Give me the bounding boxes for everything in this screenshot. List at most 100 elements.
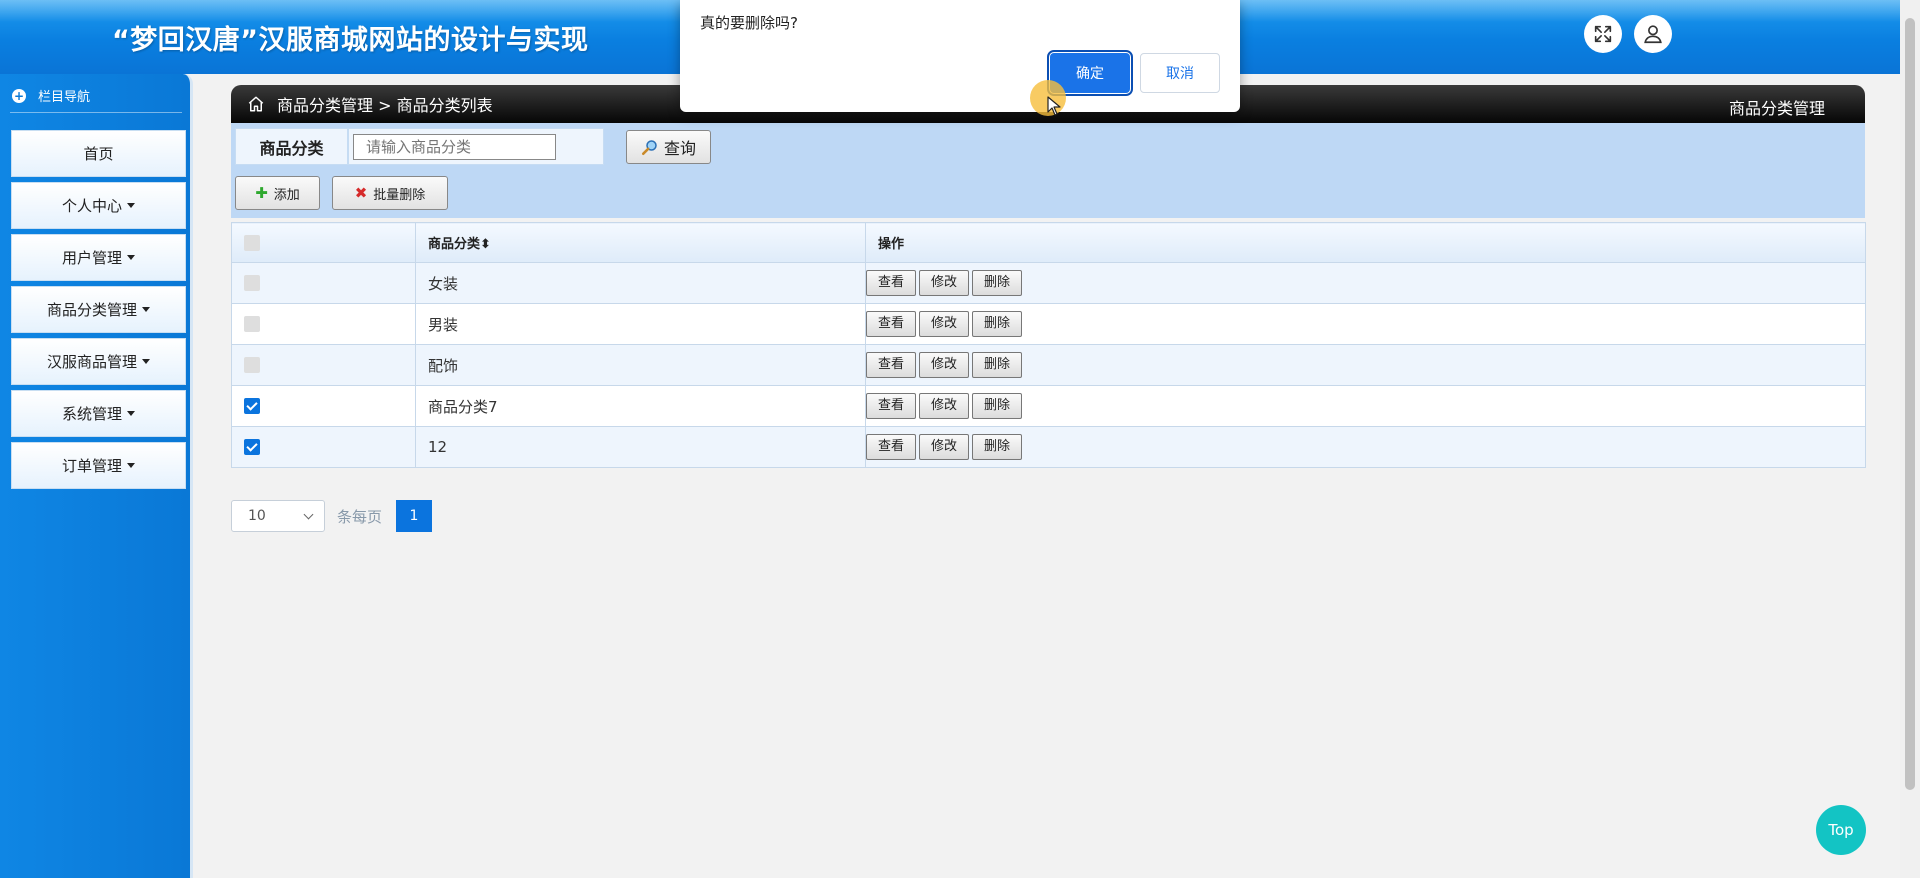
column-header-actions: 操作: [865, 222, 1866, 263]
sidebar-item-category-management[interactable]: 商品分类管理: [11, 286, 186, 333]
user-button[interactable]: [1634, 15, 1672, 53]
view-button[interactable]: 查看: [866, 311, 917, 337]
category-name-cell: 商品分类7: [415, 385, 866, 427]
sidebar-item-order-management[interactable]: 订单管理: [11, 442, 186, 489]
delete-button[interactable]: 删除: [972, 393, 1023, 419]
sidebar-item-home[interactable]: 首页: [11, 130, 186, 177]
scrollbar-thumb[interactable]: [1905, 18, 1915, 790]
row-checkbox[interactable]: [244, 357, 260, 373]
caret-down-icon: [127, 463, 135, 468]
home-icon[interactable]: [247, 95, 265, 113]
page-scrollbar[interactable]: [1900, 0, 1920, 878]
batch-delete-button-label: 批量删除: [373, 187, 426, 203]
sidebar-heading-label: 栏目导航: [38, 90, 91, 105]
edit-button[interactable]: 修改: [919, 434, 970, 460]
page-size-value: 10: [248, 508, 266, 524]
table-row: 12 查看 修改 删除: [231, 426, 1866, 468]
sidebar-item-label: 系统管理: [61, 405, 122, 423]
sidebar-item-label: 订单管理: [61, 457, 122, 475]
delete-button[interactable]: 删除: [972, 434, 1023, 460]
search-toolbar: 商品分类 查询 ✚ 添加 ✖ 批量删除: [231, 123, 1865, 218]
delete-button[interactable]: 删除: [972, 352, 1023, 378]
row-checkbox[interactable]: [244, 275, 260, 291]
breadcrumb-path: 商品分类管理 > 商品分类列表: [277, 96, 493, 115]
caret-down-icon: [127, 411, 135, 416]
category-name-cell: 配饰: [415, 344, 866, 386]
plus-icon: ✚: [255, 184, 268, 202]
actions-cell: 查看 修改 删除: [865, 303, 1866, 345]
checkbox-cell: [231, 344, 416, 386]
row-checkbox[interactable]: [244, 316, 260, 332]
edit-button[interactable]: 修改: [919, 311, 970, 337]
search-label: 商品分类: [235, 128, 348, 165]
edit-button[interactable]: 修改: [919, 352, 970, 378]
edit-button[interactable]: 修改: [919, 393, 970, 419]
category-search-input[interactable]: [353, 134, 556, 160]
delete-button[interactable]: 删除: [972, 311, 1023, 337]
site-title: “梦回汉唐”汉服商城网站的设计与实现: [112, 25, 589, 56]
actions-cell: 查看 修改 删除: [865, 385, 1866, 427]
dialog-message: 真的要删除吗?: [700, 14, 798, 32]
checkbox-cell: [231, 426, 416, 468]
cancel-button[interactable]: 取消: [1140, 53, 1220, 93]
sidebar-heading: + 栏目导航: [12, 86, 90, 105]
pagination: 10 条每页 1: [231, 500, 433, 532]
category-name-cell: 12: [415, 426, 866, 468]
caret-down-icon: [127, 203, 135, 208]
sidebar-item-label: 首页: [83, 145, 114, 163]
table-row: 男装 查看 修改 删除: [231, 303, 1866, 345]
select-all-checkbox[interactable]: [244, 234, 260, 251]
sort-icon: ⬍: [480, 237, 491, 252]
category-table: 商品分类⬍ 操作 女装 查看 修改 删除 男装 查看 修改 删除 配饰 查看 修改 删除 商…: [231, 222, 1866, 468]
close-icon: ✖: [354, 184, 368, 202]
column-header-label: 商品分类: [428, 237, 481, 252]
add-button[interactable]: ✚ 添加: [235, 176, 320, 210]
user-icon: [1644, 25, 1662, 44]
page-size-select[interactable]: 10: [231, 500, 325, 532]
table-row: 女装 查看 修改 删除: [231, 262, 1866, 304]
batch-delete-button[interactable]: ✖ 批量删除: [332, 176, 448, 210]
table-row: 配饰 查看 修改 删除: [231, 344, 1866, 386]
sidebar-item-personal-center[interactable]: 个人中心: [11, 182, 186, 229]
per-page-label: 条每页: [337, 507, 383, 526]
chevron-down-icon: [303, 509, 314, 520]
back-to-top-button[interactable]: Top: [1816, 805, 1866, 855]
confirm-dialog: 真的要删除吗? 确定 取消: [680, 0, 1240, 112]
view-button[interactable]: 查看: [866, 393, 917, 419]
checkbox-cell: [231, 303, 416, 345]
delete-button[interactable]: 删除: [972, 270, 1023, 296]
page-button-current[interactable]: 1: [396, 500, 433, 532]
sidebar-divider: [10, 112, 182, 113]
sidebar-item-hanfu-product-management[interactable]: 汉服商品管理: [11, 338, 186, 385]
actions-cell: 查看 修改 删除: [865, 344, 1866, 386]
table-row: 商品分类7 查看 修改 删除: [231, 385, 1866, 427]
column-header-category[interactable]: 商品分类⬍: [415, 222, 866, 263]
query-button-label: 查询: [663, 139, 696, 158]
sidebar-item-user-management[interactable]: 用户管理: [11, 234, 186, 281]
section-title: 商品分类管理: [1728, 99, 1825, 118]
view-button[interactable]: 查看: [866, 434, 917, 460]
category-name-cell: 女装: [415, 262, 866, 304]
checkbox-cell: [231, 385, 416, 427]
mouse-pointer-icon: [1047, 96, 1061, 116]
row-checkbox[interactable]: [244, 439, 260, 455]
checkbox-cell: [231, 262, 416, 304]
edit-button[interactable]: 修改: [919, 270, 970, 296]
view-button[interactable]: 查看: [866, 352, 917, 378]
row-checkbox[interactable]: [244, 398, 260, 414]
select-all-cell: [231, 222, 416, 263]
caret-down-icon: [142, 307, 150, 312]
fullscreen-icon: [1594, 25, 1612, 43]
sidebar-item-system-management[interactable]: 系统管理: [11, 390, 186, 437]
actions-cell: 查看 修改 删除: [865, 262, 1866, 304]
query-button[interactable]: 查询: [626, 130, 711, 164]
search-icon: [641, 140, 657, 156]
caret-down-icon: [127, 255, 135, 260]
actions-cell: 查看 修改 删除: [865, 426, 1866, 468]
fullscreen-button[interactable]: [1584, 15, 1622, 53]
plus-circle-icon: +: [12, 88, 26, 103]
view-button[interactable]: 查看: [866, 270, 917, 296]
sidebar-item-label: 汉服商品管理: [46, 353, 137, 371]
caret-down-icon: [142, 359, 150, 364]
table-header-row: 商品分类⬍ 操作: [231, 222, 1866, 263]
